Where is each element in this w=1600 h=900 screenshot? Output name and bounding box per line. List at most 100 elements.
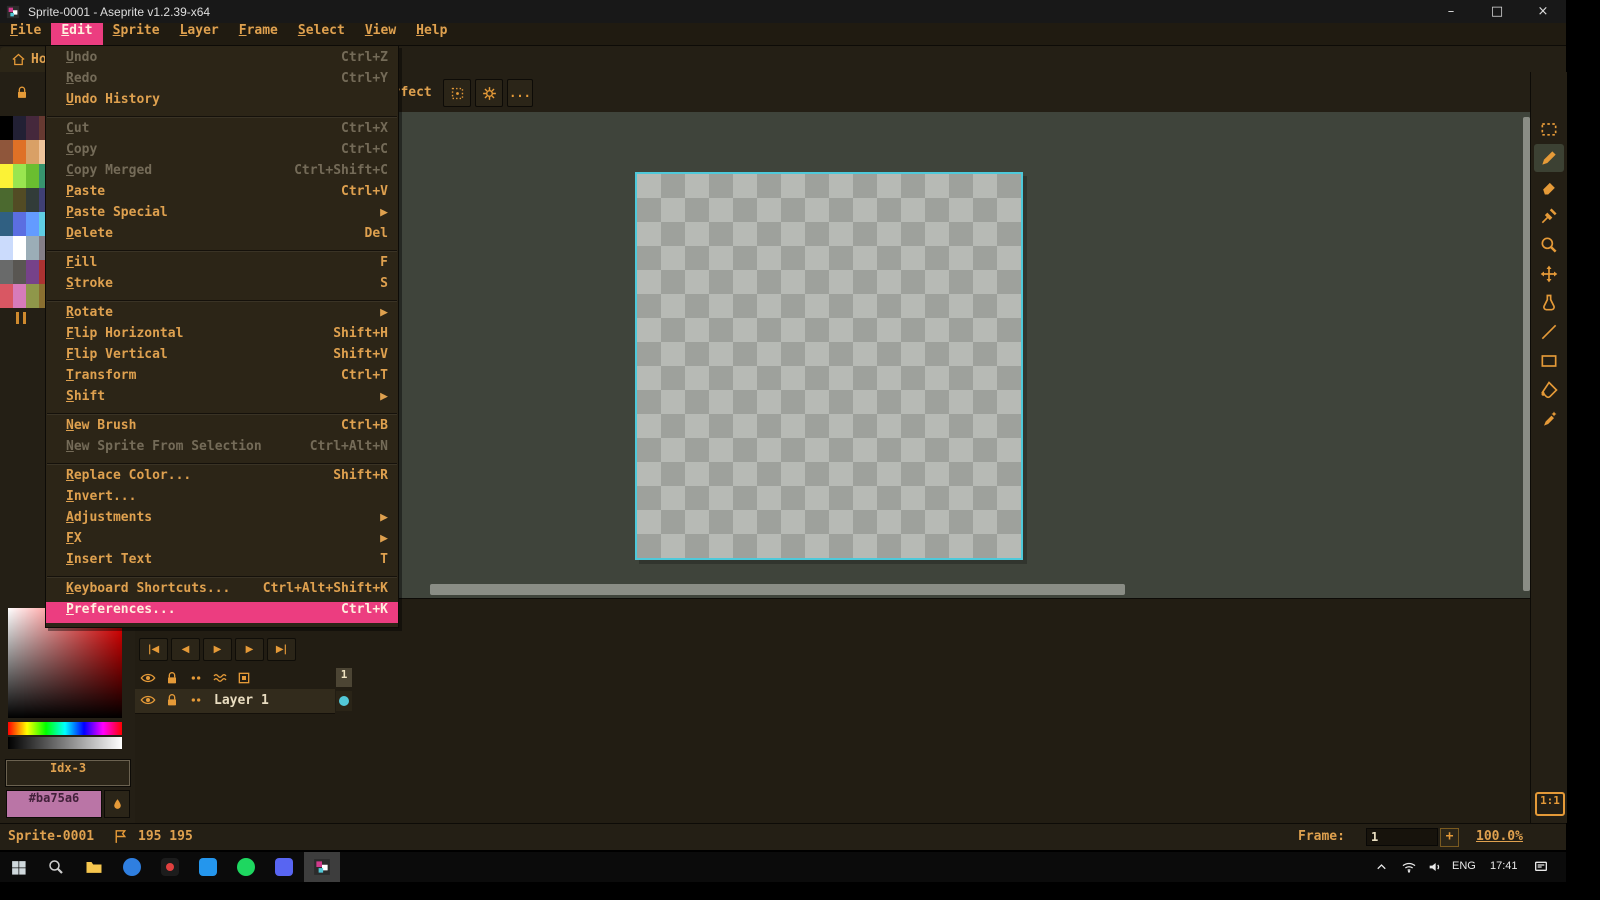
menu-item-undo[interactable]: UndoCtrl+Z — [46, 50, 398, 71]
zoom-tool[interactable] — [1534, 231, 1564, 259]
menu-item-fx[interactable]: FX▶ — [46, 531, 398, 552]
add-frame-button[interactable]: + — [1440, 828, 1459, 847]
line-tool[interactable] — [1534, 318, 1564, 346]
palette-swatch[interactable] — [26, 212, 39, 236]
sprite-canvas[interactable] — [635, 172, 1023, 560]
symmetry-button[interactable] — [443, 79, 471, 107]
palette-swatch[interactable] — [0, 188, 13, 212]
taskbar-app-5[interactable] — [266, 852, 302, 882]
frame-options-icon[interactable] — [236, 670, 252, 686]
color-options-button[interactable] — [104, 790, 130, 818]
palette-swatch[interactable] — [0, 284, 13, 308]
palette-swatch[interactable] — [26, 140, 39, 164]
visibility-header-icon[interactable] — [140, 670, 156, 686]
pixel-ratio-button[interactable]: 1:1 — [1535, 792, 1565, 816]
file-explorer-button[interactable] — [76, 852, 112, 882]
menu-item-copy[interactable]: CopyCtrl+C — [46, 142, 398, 163]
menu-item-adjustments[interactable]: Adjustments▶ — [46, 510, 398, 531]
palette-swatch[interactable] — [0, 164, 13, 188]
layer-continuous-icon[interactable] — [188, 692, 204, 708]
menu-item-replace-color[interactable]: Replace Color...Shift+R — [46, 468, 398, 489]
menu-item-paste[interactable]: PasteCtrl+V — [46, 184, 398, 205]
palette-swatch[interactable] — [13, 140, 26, 164]
menu-item-copy-merged[interactable]: Copy MergedCtrl+Shift+C — [46, 163, 398, 184]
minimize-button[interactable]: – — [1428, 0, 1474, 23]
move-tool[interactable] — [1534, 260, 1564, 288]
menu-item-insert-text[interactable]: Insert TextT — [46, 552, 398, 573]
palette-swatch[interactable] — [13, 212, 26, 236]
layer-row[interactable]: Layer 1 — [135, 689, 1530, 713]
palette-swatch[interactable] — [0, 212, 13, 236]
palette-swatch[interactable] — [26, 284, 39, 308]
palette-index-button[interactable]: Idx-3 — [6, 760, 130, 786]
palette-swatch[interactable] — [26, 260, 39, 284]
volume-tray-icon[interactable] — [1422, 852, 1448, 882]
menu-edit[interactable]: Edit — [51, 23, 102, 45]
palette-swatch[interactable] — [26, 236, 39, 260]
tray-chevron-button[interactable] — [1368, 852, 1394, 882]
gray-slider[interactable] — [8, 737, 122, 749]
onion-skin-icon[interactable] — [212, 670, 228, 686]
menu-item-transform[interactable]: TransformCtrl+T — [46, 368, 398, 389]
menu-item-redo[interactable]: RedoCtrl+Y — [46, 71, 398, 92]
frame-number-header[interactable]: 1 — [336, 668, 352, 687]
taskbar-aseprite-active[interactable] — [304, 852, 340, 882]
palette-swatch[interactable] — [26, 116, 39, 140]
palette-swatch[interactable] — [0, 116, 13, 140]
frame-number-input[interactable]: 1 — [1366, 828, 1438, 846]
menu-item-undo-history[interactable]: Undo History — [46, 92, 398, 113]
menu-select[interactable]: Select — [288, 23, 355, 45]
continuous-header-icon[interactable] — [188, 670, 204, 686]
menu-layer[interactable]: Layer — [170, 23, 229, 45]
rectangular-marquee-tool[interactable] — [1534, 115, 1564, 143]
menu-item-keyboard-shortcuts[interactable]: Keyboard Shortcuts...Ctrl+Alt+Shift+K — [46, 581, 398, 602]
eraser-tool[interactable] — [1534, 173, 1564, 201]
menu-item-shift[interactable]: Shift▶ — [46, 389, 398, 410]
vertical-scrollbar[interactable] — [1523, 117, 1530, 591]
paint-bucket-tool[interactable] — [1534, 376, 1564, 404]
menu-item-new-sprite-from-selection[interactable]: New Sprite From SelectionCtrl+Alt+N — [46, 439, 398, 460]
palette-swatch[interactable] — [13, 164, 26, 188]
close-button[interactable]: × — [1520, 0, 1566, 23]
taskbar-app-2[interactable] — [152, 852, 188, 882]
palette-swatch[interactable] — [0, 260, 13, 284]
dynamics-button[interactable] — [475, 79, 503, 107]
menu-item-flip-horizontal[interactable]: Flip HorizontalShift+H — [46, 326, 398, 347]
pencil-tool[interactable] — [1534, 144, 1564, 172]
clock[interactable]: 17:41 — [1490, 860, 1518, 872]
palette-swatch[interactable] — [13, 260, 26, 284]
menu-item-paste-special[interactable]: Paste Special▶ — [46, 205, 398, 226]
zoom-level-value[interactable]: 100.0% — [1476, 829, 1523, 844]
contour-tool[interactable] — [1534, 405, 1564, 433]
menu-item-flip-vertical[interactable]: Flip VerticalShift+V — [46, 347, 398, 368]
menu-item-preferences[interactable]: Preferences...Ctrl+K — [46, 602, 398, 623]
taskbar-app-3[interactable] — [190, 852, 226, 882]
network-tray-icon[interactable] — [1396, 852, 1422, 882]
hue-slider[interactable] — [8, 722, 122, 735]
palette-swatch[interactable] — [13, 116, 26, 140]
menu-sprite[interactable]: Sprite — [103, 23, 170, 45]
play-button[interactable]: ▶ — [203, 638, 232, 661]
more-options-button[interactable]: ... — [507, 79, 533, 107]
next-frame-button[interactable]: ▶ — [235, 638, 264, 661]
menu-frame[interactable]: Frame — [229, 23, 288, 45]
layer-visibility-icon[interactable] — [140, 692, 156, 708]
lock-header-icon[interactable] — [164, 670, 180, 686]
taskbar-app-4[interactable] — [228, 852, 264, 882]
skip-last-frame-button[interactable]: ▶| — [267, 638, 296, 661]
eyedropper-tool[interactable] — [1534, 202, 1564, 230]
menu-item-cut[interactable]: CutCtrl+X — [46, 121, 398, 142]
language-indicator[interactable]: ENG — [1452, 860, 1476, 872]
cel-cell[interactable] — [336, 691, 352, 711]
lock-icon[interactable] — [14, 84, 30, 101]
horizontal-scrollbar[interactable] — [430, 584, 1125, 595]
menu-item-invert[interactable]: Invert... — [46, 489, 398, 510]
notification-center-button[interactable] — [1526, 852, 1556, 882]
palette-swatch[interactable] — [26, 164, 39, 188]
palette-swatch[interactable] — [13, 236, 26, 260]
rectangle-tool[interactable] — [1534, 347, 1564, 375]
palette-swatch[interactable] — [0, 140, 13, 164]
menu-item-fill[interactable]: FillF — [46, 255, 398, 276]
start-button[interactable] — [0, 852, 36, 882]
maximize-button[interactable]: □ — [1474, 0, 1520, 23]
